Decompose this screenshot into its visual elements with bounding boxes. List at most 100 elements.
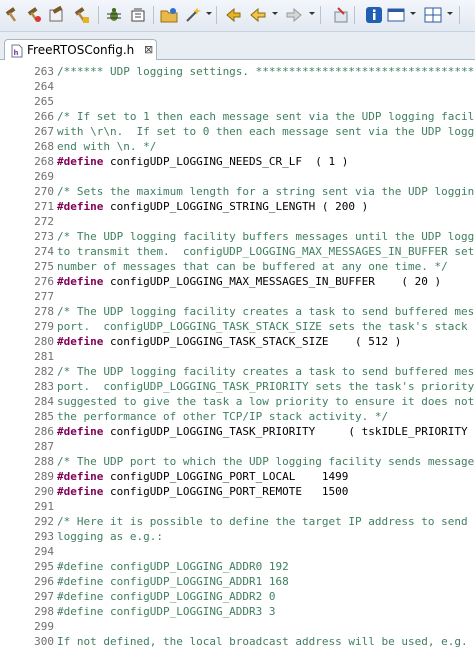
code-line[interactable]: 272 [0,214,475,229]
code-line[interactable]: 265 [0,94,475,109]
line-number: 292 [34,515,54,528]
line-number: 284 [34,395,54,408]
keyword-define: #define [57,200,104,213]
line-text: #define configUDP_LOGGING_TASK_STACK_SIZ… [57,334,401,349]
code-line[interactable]: 269 [0,169,475,184]
line-text: /****** UDP logging settings. **********… [57,64,475,79]
code-line[interactable]: 274 to transmit them. configUDP_LOGGING_M… [0,244,475,259]
code-line[interactable]: 288/* The UDP port to which the UDP logg… [0,454,475,469]
build-config-icon[interactable] [71,5,91,25]
back-nav-icon[interactable] [223,5,243,25]
code-line[interactable]: 286 #define configUDP_LOGGING_TASK_PRIORI… [0,424,475,439]
line-number: 279 [34,320,54,333]
code-line[interactable]: 268 end with \n. */ [0,139,475,154]
code-line[interactable]: 270/* Sets the maximum length for a stri… [0,184,475,199]
comment-text: end with \n. */ [57,140,157,153]
code-line[interactable]: 277 [0,289,475,304]
layout-icon[interactable] [423,5,443,25]
line-number: 297 [34,590,54,603]
hammer-icon[interactable] [2,5,22,25]
line-text: to transmit them. configUDP_LOGGING_MAX_… [57,244,475,259]
build-target-icon[interactable] [128,5,148,25]
code-line[interactable]: 296 #define configUDP_LOGGING_ADDR1 168 [0,574,475,589]
line-text: port. configUDP_LOGGING_TASK_STACK_SIZE … [57,319,475,334]
line-number: 275 [34,260,54,273]
line-number: 296 [34,575,54,588]
code-text: configUDP_LOGGING_STRING_LENGTH ( 200 ) [103,200,369,213]
line-number: 271 [34,200,54,213]
code-line[interactable]: 297 #define configUDP_LOGGING_ADDR2 0 [0,589,475,604]
line-number: 263 [34,65,54,78]
tab-freertosconfig[interactable]: h FreeRTOSConfig.h ⊠ [4,39,157,60]
code-line[interactable]: 279 port. configUDP_LOGGING_TASK_STACK_SI… [0,319,475,334]
code-line[interactable]: 298 #define configUDP_LOGGING_ADDR3 3 [0,604,475,619]
line-text: suggested to give the task a low priorit… [57,394,475,409]
line-number: 268 [34,155,54,168]
line-number: 293 [34,530,54,543]
code-editor[interactable]: 263/****** UDP logging settings. *******… [0,60,475,652]
code-line[interactable]: 291 [0,499,475,514]
code-line[interactable]: 273/* The UDP logging facility buffers m… [0,229,475,244]
code-line[interactable]: 294 [0,544,475,559]
line-text: #define configUDP_LOGGING_MAX_MESSAGES_I… [57,274,441,289]
line-text: number of messages that can be buffered … [57,259,448,274]
window-icon[interactable] [386,5,406,25]
tab-label: FreeRTOSConfig.h [27,43,135,57]
code-line[interactable]: 264 [0,79,475,94]
code-line[interactable]: 290 #define configUDP_LOGGING_PORT_REMOTE… [0,484,475,499]
code-line[interactable]: 276 #define configUDP_LOGGING_MAX_MESSAGE… [0,274,475,289]
code-line[interactable]: 292/* Here it is possible to define the … [0,514,475,529]
code-text: configUDP_LOGGING_TASK_PRIORITY ( tskIDL… [103,425,475,438]
hammer-clean-icon[interactable] [24,5,44,25]
line-number: 268 [34,140,54,153]
code-line[interactable]: 278/* The UDP logging facility creates a… [0,304,475,319]
code-line[interactable]: 295 #define configUDP_LOGGING_ADDR0 192 [0,559,475,574]
keyword-define: #define [57,275,104,288]
code-line[interactable]: 281 [0,349,475,364]
code-line[interactable]: 271 #define configUDP_LOGGING_STRING_LENG… [0,199,475,214]
comment-text: /* If set to 1 then each message sent vi… [57,110,475,123]
code-line[interactable]: 293 logging as e.g.: [0,529,475,544]
build-all-icon[interactable] [47,5,67,25]
code-line[interactable]: 284 suggested to give the task a low prio… [0,394,475,409]
line-number: 290 [34,485,54,498]
wand-icon[interactable] [183,5,203,25]
code-line[interactable]: 300 If not defined, the local broadcast a… [0,634,475,649]
comment-text: /* The UDP logging facility buffers mess… [57,230,475,243]
line-number: 298 [34,605,54,618]
forward-arrow-icon[interactable] [284,5,304,25]
header-file-icon: h [11,43,23,58]
code-line[interactable]: 283 port. configUDP_LOGGING_TASK_PRIORITY… [0,379,475,394]
code-line[interactable]: 287 [0,439,475,454]
code-line[interactable]: 263/****** UDP logging settings. *******… [0,64,475,79]
last-edit-icon[interactable] [331,5,351,25]
line-number: 272 [34,215,54,228]
code-line[interactable]: 268 #define configUDP_LOGGING_NEEDS_CR_LF… [0,154,475,169]
debug-icon[interactable] [104,5,124,25]
line-text: /* Here it is possible to define the tar… [57,514,475,529]
close-icon[interactable]: ⊠ [144,43,153,56]
info-icon[interactable] [364,5,384,25]
line-number: 265 [34,95,54,108]
comment-text: port. configUDP_LOGGING_TASK_STACK_SIZE … [57,320,475,333]
open-folder-icon[interactable] [159,5,179,25]
code-line[interactable]: 289 #define configUDP_LOGGING_PORT_LOCAL … [0,469,475,484]
code-line[interactable]: 282/* The UDP logging facility creates a… [0,364,475,379]
line-text: /* If set to 1 then each message sent vi… [57,109,475,124]
code-line[interactable]: 299 [0,619,475,634]
line-number: 291 [34,500,54,513]
code-line[interactable]: 280 #define configUDP_LOGGING_TASK_STACK_… [0,334,475,349]
code-text: configUDP_LOGGING_PORT_REMOTE 1500 [103,485,349,498]
comment-text: #define configUDP_LOGGING_ADDR3 3 [57,605,276,618]
line-number: 278 [34,305,54,318]
code-line[interactable]: 285 the performance of other TCP/IP stack… [0,409,475,424]
code-line[interactable]: 266/* If set to 1 then each message sent… [0,109,475,124]
line-number: 270 [34,185,54,198]
back-arrow-icon[interactable] [248,5,268,25]
code-line[interactable]: 267 with \r\n. If set to 0 then each mess… [0,124,475,139]
comment-text: /* The UDP logging facility creates a ta… [57,365,475,378]
line-number: 282 [34,365,54,378]
line-number: 299 [34,620,54,633]
code-line[interactable]: 275 number of messages that can be buffer… [0,259,475,274]
keyword-define: #define [57,485,104,498]
